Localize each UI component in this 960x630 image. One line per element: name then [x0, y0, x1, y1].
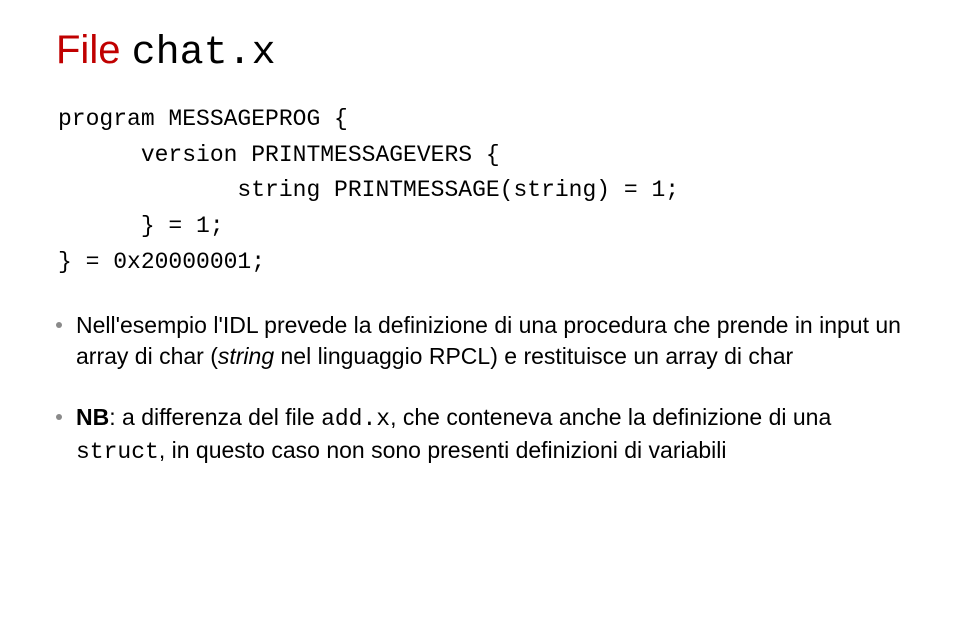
title-prefix: File: [56, 28, 132, 72]
title-filename: chat.x: [132, 31, 276, 76]
list-item: Nell'esempio l'IDL prevede la definizion…: [56, 310, 904, 372]
slide: File chat.x program MESSAGEPROG { versio…: [0, 0, 960, 630]
bullet-icon: [56, 322, 62, 328]
code-block: program MESSAGEPROG { version PRINTMESSA…: [58, 102, 904, 280]
bullet-icon: [56, 414, 62, 420]
bullet-text-1: NB: a differenza del file add.x, che con…: [76, 402, 904, 468]
bullet-text-0: Nell'esempio l'IDL prevede la definizion…: [76, 310, 904, 372]
slide-title: File chat.x: [56, 28, 904, 76]
bullet-list: Nell'esempio l'IDL prevede la definizion…: [56, 310, 904, 468]
list-item: NB: a differenza del file add.x, che con…: [56, 402, 904, 468]
